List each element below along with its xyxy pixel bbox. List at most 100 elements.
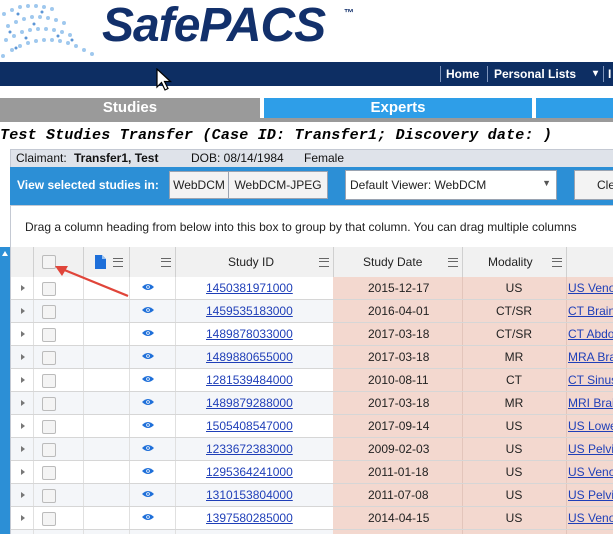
row-expand-icon[interactable] xyxy=(21,423,25,429)
row-expand-icon[interactable] xyxy=(21,285,25,291)
row-select-checkbox[interactable] xyxy=(42,328,56,342)
study-description-link[interactable]: MRI Brai xyxy=(568,396,613,410)
eye-icon[interactable] xyxy=(142,283,154,291)
eye-icon[interactable] xyxy=(142,352,154,360)
column-menu-icon[interactable] xyxy=(448,258,458,267)
study-id-link[interactable]: 1459535183000 xyxy=(206,304,293,318)
cell-divider xyxy=(175,415,176,437)
column-menu-icon[interactable] xyxy=(319,258,329,267)
table-row[interactable]: 1310153804000 2011-07-08 US US Pelvi xyxy=(11,484,613,507)
eye-icon[interactable] xyxy=(142,375,154,383)
default-viewer-value: Default Viewer: WebDCM xyxy=(350,178,487,192)
table-row[interactable]: 1397580285000 2014-04-15 US US Venou xyxy=(11,507,613,530)
header-description[interactable] xyxy=(566,247,613,277)
nav-home-link[interactable]: Home xyxy=(446,62,479,86)
row-select-checkbox[interactable] xyxy=(42,512,56,526)
row-expand-icon[interactable] xyxy=(21,492,25,498)
row-select-checkbox[interactable] xyxy=(42,397,56,411)
eye-icon[interactable] xyxy=(142,421,154,429)
chevron-down-icon[interactable]: ▾ xyxy=(593,62,598,86)
claimant-dob: DOB: 08/14/1984 xyxy=(191,151,284,165)
study-id-link[interactable]: 1281539484000 xyxy=(206,373,293,387)
table-row[interactable]: 1233672383000 2009-02-03 US US Pelvi xyxy=(11,438,613,461)
study-id-link[interactable]: 1489878033000 xyxy=(206,327,293,341)
study-id-link[interactable]: 1233672383000 xyxy=(206,442,293,456)
eye-icon[interactable] xyxy=(142,329,154,337)
table-row[interactable]: 1281539484000 2010-08-11 CT CT Sinus xyxy=(11,369,613,392)
row-select-checkbox[interactable] xyxy=(42,374,56,388)
eye-icon[interactable] xyxy=(142,513,154,521)
study-id-link[interactable]: 1450381971000 xyxy=(206,281,293,295)
study-description-link[interactable]: US Venou xyxy=(568,465,613,479)
row-expand-icon[interactable] xyxy=(21,331,25,337)
table-row[interactable]: 1295364241000 2011-01-18 US US Venou xyxy=(11,461,613,484)
collapse-arrow-icon[interactable] xyxy=(2,251,8,256)
study-description-link[interactable]: MRA Brai xyxy=(568,350,613,364)
tab-underline xyxy=(0,118,613,122)
mouse-cursor-icon xyxy=(156,68,173,91)
webdcm-jpeg-button[interactable]: WebDCM-JPEG xyxy=(228,171,328,199)
study-id-link[interactable]: 1489880655000 xyxy=(206,350,293,364)
cell-divider xyxy=(129,461,130,483)
row-expand-icon[interactable] xyxy=(21,469,25,475)
cell-divider xyxy=(83,438,84,460)
study-id-link[interactable]: 1505408547000 xyxy=(206,419,293,433)
study-id-link[interactable]: 1295364241000 xyxy=(206,465,293,479)
default-viewer-select[interactable]: Default Viewer: WebDCM ▼ xyxy=(345,170,557,200)
clear-button[interactable]: Cle xyxy=(574,170,613,200)
cell-divider xyxy=(129,392,130,414)
cell-divider xyxy=(83,300,84,322)
study-description-link[interactable]: US Pelvi xyxy=(568,488,613,502)
study-id-link[interactable]: 1489879288000 xyxy=(206,396,293,410)
study-id-link[interactable]: 1397580285000 xyxy=(206,511,293,525)
row-select-checkbox[interactable] xyxy=(42,466,56,480)
header-expander-cell xyxy=(11,247,34,277)
row-expand-icon[interactable] xyxy=(21,400,25,406)
column-menu-icon[interactable] xyxy=(552,258,562,267)
table-row[interactable]: 1459535183000 2016-04-01 CT/SR CT Brain xyxy=(11,300,613,323)
nav-next-link[interactable]: I xyxy=(608,62,611,86)
row-expand-icon[interactable] xyxy=(21,515,25,521)
eye-icon[interactable] xyxy=(142,490,154,498)
row-select-checkbox[interactable] xyxy=(42,443,56,457)
eye-icon[interactable] xyxy=(142,467,154,475)
header-study-id[interactable]: Study ID xyxy=(175,247,334,277)
study-description-link[interactable]: US Venou xyxy=(568,281,613,295)
study-description-link[interactable]: CT Abdo xyxy=(568,327,613,341)
study-description-link[interactable]: CT Brain xyxy=(568,304,613,318)
table-row[interactable]: 1489879288000 2017-03-18 MR MRI Brai xyxy=(11,392,613,415)
tab-studies[interactable]: Studies xyxy=(0,98,260,118)
eye-icon[interactable] xyxy=(142,444,154,452)
eye-icon[interactable] xyxy=(142,306,154,314)
cell-divider xyxy=(33,507,34,529)
row-expand-icon[interactable] xyxy=(21,446,25,452)
eye-icon[interactable] xyxy=(142,398,154,406)
row-select-checkbox[interactable] xyxy=(42,489,56,503)
cell-divider xyxy=(33,346,34,368)
study-description-link[interactable]: US Venou xyxy=(568,511,613,525)
nav-personal-lists-link[interactable]: Personal Lists xyxy=(494,62,576,86)
row-select-checkbox[interactable] xyxy=(42,351,56,365)
study-description-link[interactable]: US Pelvi xyxy=(568,442,613,456)
webdcm-button[interactable]: WebDCM xyxy=(169,171,229,199)
table-row[interactable]: 1489880655000 2017-03-18 MR MRA Brai xyxy=(11,346,613,369)
tab-more[interactable] xyxy=(536,98,613,118)
column-menu-icon[interactable] xyxy=(161,258,171,267)
table-row[interactable]: 1489878033000 2017-03-18 CT/SR CT Abdo xyxy=(11,323,613,346)
row-select-checkbox[interactable] xyxy=(42,420,56,434)
table-row[interactable]: 1505408547000 2017-09-14 US US Lowe xyxy=(11,415,613,438)
row-expand-icon[interactable] xyxy=(21,308,25,314)
tab-experts[interactable]: Experts xyxy=(264,98,532,118)
study-id-link[interactable]: 1310153804000 xyxy=(206,488,293,502)
row-expand-icon[interactable] xyxy=(21,377,25,383)
table-row[interactable]: 14132728800002014-10-15CT/SRCT Sinu xyxy=(11,530,613,534)
cell-divider xyxy=(33,484,34,506)
row-select-checkbox[interactable] xyxy=(42,305,56,319)
study-description-link[interactable]: US Lowe xyxy=(568,419,613,433)
header-modality[interactable]: Modality xyxy=(462,247,567,277)
tab-experts-label: Experts xyxy=(370,99,426,116)
study-description-link[interactable]: CT Sinus xyxy=(568,373,613,387)
header-study-date[interactable]: Study Date xyxy=(333,247,463,277)
group-by-drop-area[interactable]: Drag a column heading from below into th… xyxy=(10,205,613,248)
row-expand-icon[interactable] xyxy=(21,354,25,360)
